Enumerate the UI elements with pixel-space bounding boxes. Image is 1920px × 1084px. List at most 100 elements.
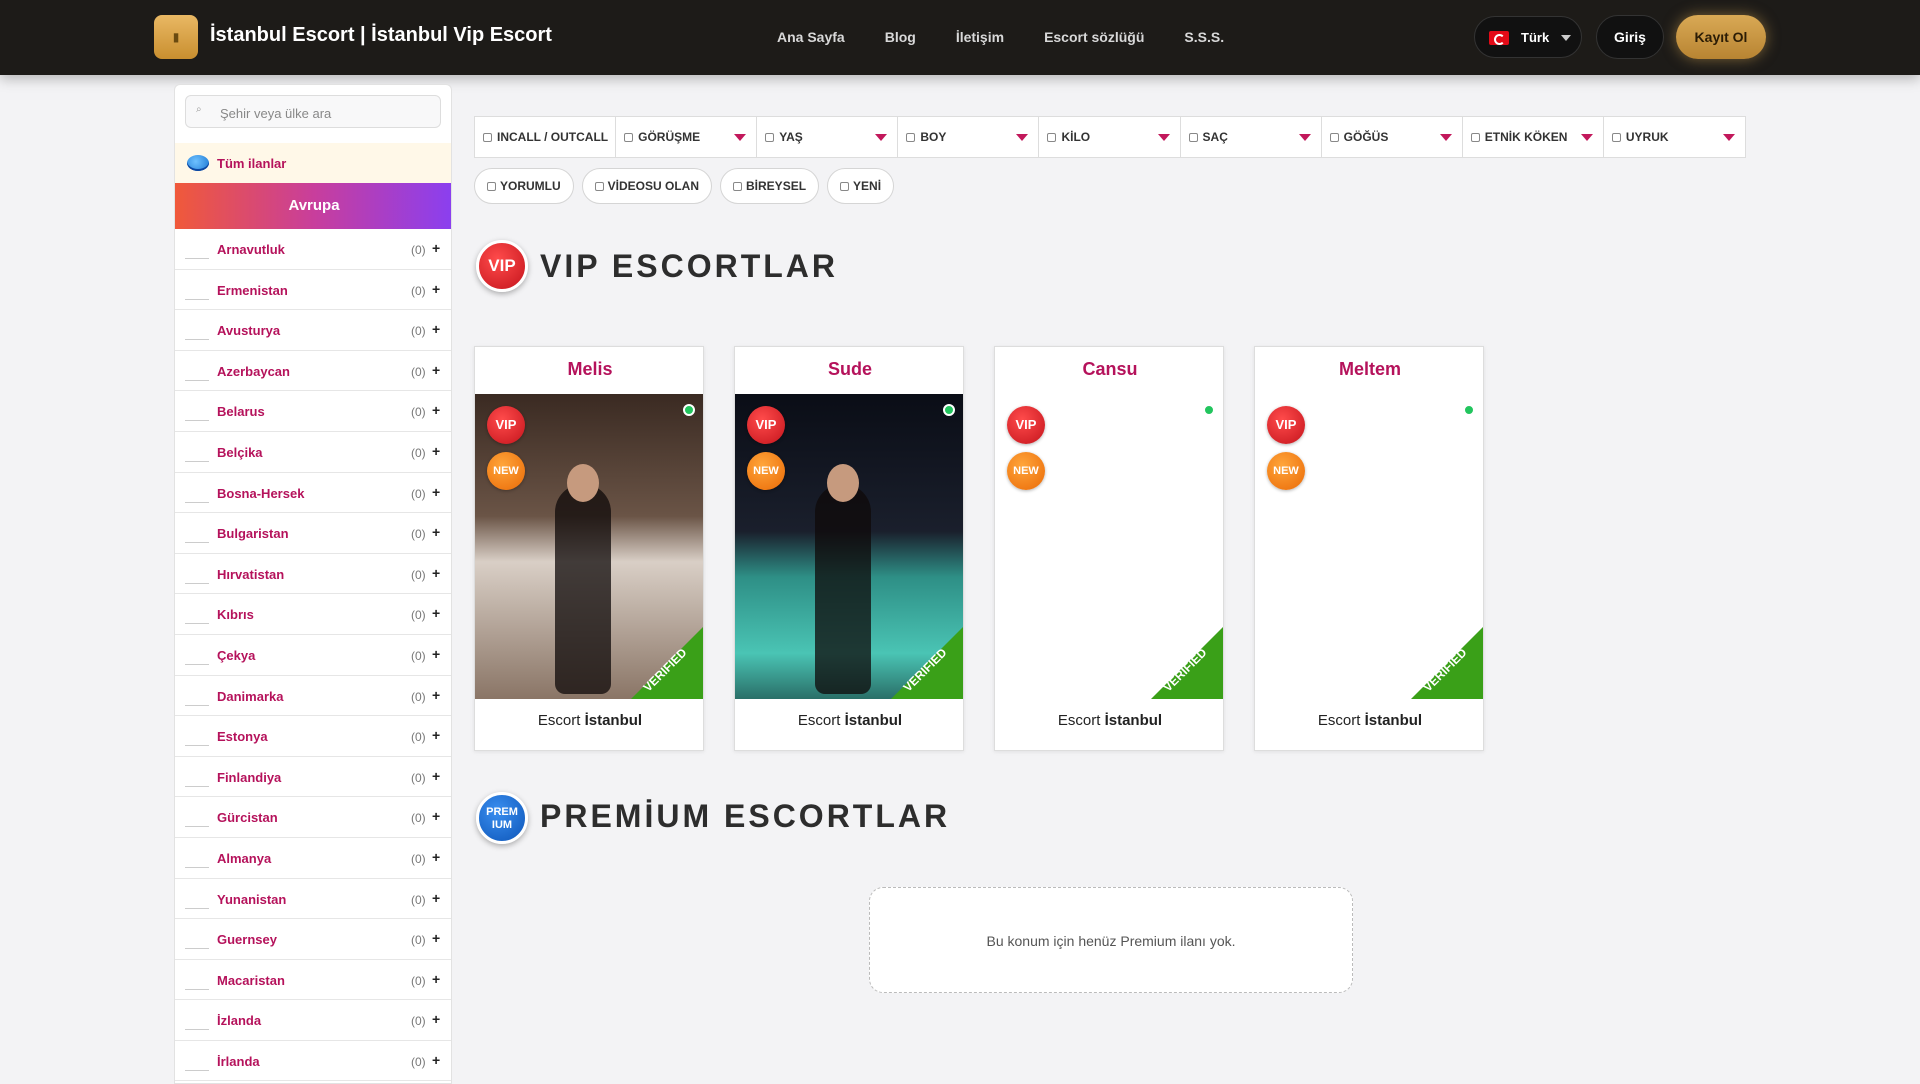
filter-chip[interactable]: YORUMLU xyxy=(474,168,574,204)
filter-dropdown[interactable]: SAÇ xyxy=(1181,117,1322,157)
expand-plus-icon[interactable]: + xyxy=(432,646,440,662)
country-item[interactable]: Ermenistan (0) + xyxy=(175,270,451,311)
filter-checkbox[interactable] xyxy=(1470,133,1480,142)
expand-plus-icon[interactable]: + xyxy=(432,971,440,987)
country-item[interactable]: Arnavutluk (0) + xyxy=(175,229,451,270)
expand-plus-icon[interactable]: + xyxy=(432,1052,440,1068)
expand-plus-icon[interactable]: + xyxy=(432,565,440,581)
filter-dropdown[interactable]: KİLO xyxy=(1039,117,1181,157)
filter-dropdown[interactable]: ETNİK KÖKEN xyxy=(1463,117,1604,157)
country-item[interactable]: Çekya (0) + xyxy=(175,635,451,676)
register-button[interactable]: Kayıt Ol xyxy=(1676,15,1766,59)
site-title[interactable]: İstanbul Escort | İstanbul Vip Escort xyxy=(210,24,552,47)
country-item[interactable]: Bosna-Hersek (0) + xyxy=(175,473,451,514)
expand-plus-icon[interactable]: + xyxy=(432,1011,440,1027)
country-name: Çekya xyxy=(217,647,256,663)
nav-contact[interactable]: İletişim xyxy=(956,29,1004,45)
filter-dropdown[interactable]: GÖRÜŞME xyxy=(616,117,758,157)
chip-checkbox[interactable] xyxy=(840,181,850,191)
profile-photo[interactable]: VIP NEW VERIFIED xyxy=(995,394,1223,699)
profile-card[interactable]: Sude VIP NEW VERIFIED Escort İstanbul xyxy=(734,346,964,751)
filter-checkbox[interactable] xyxy=(1611,133,1621,142)
country-flag-placeholder xyxy=(185,767,209,787)
expand-plus-icon[interactable]: + xyxy=(432,930,440,946)
country-item[interactable]: Belarus (0) + xyxy=(175,391,451,432)
all-listings-item[interactable]: Tüm ilanlar xyxy=(175,143,451,183)
country-item[interactable]: Almanya (0) + xyxy=(175,838,451,879)
profile-name[interactable]: Melis xyxy=(475,359,705,380)
expand-plus-icon[interactable]: + xyxy=(432,321,440,337)
expand-plus-icon[interactable]: + xyxy=(432,768,440,784)
country-name: Azerbaycan xyxy=(217,363,290,379)
expand-plus-icon[interactable]: + xyxy=(432,402,440,418)
country-item[interactable]: Kıbrıs (0) + xyxy=(175,594,451,635)
country-item[interactable]: Belçika (0) + xyxy=(175,432,451,473)
filter-checkbox[interactable] xyxy=(765,133,775,142)
country-item[interactable]: Macaristan (0) + xyxy=(175,960,451,1001)
country-count: (0) xyxy=(411,283,426,298)
expand-plus-icon[interactable]: + xyxy=(432,240,440,256)
nav-faq[interactable]: S.S.S. xyxy=(1184,29,1224,45)
country-item[interactable]: Estonya (0) + xyxy=(175,716,451,757)
filter-dropdown[interactable]: UYRUK xyxy=(1604,117,1745,157)
profile-name[interactable]: Meltem xyxy=(1255,359,1485,380)
expand-plus-icon[interactable]: + xyxy=(432,281,440,297)
expand-plus-icon[interactable]: + xyxy=(432,808,440,824)
filter-checkbox[interactable] xyxy=(1047,133,1057,142)
filter-checkbox[interactable] xyxy=(483,133,492,142)
filter-dropdown[interactable]: YAŞ xyxy=(757,117,899,157)
profile-card[interactable]: Melis VIP NEW VERIFIED Escort İstanbul xyxy=(474,346,704,751)
expand-plus-icon[interactable]: + xyxy=(432,605,440,621)
menu-icon[interactable]: ▮ xyxy=(154,15,198,59)
expand-plus-icon[interactable]: + xyxy=(432,362,440,378)
profile-card[interactable]: Cansu VIP NEW VERIFIED Escort İstanbul xyxy=(994,346,1224,751)
country-name: Gürcistan xyxy=(217,810,278,826)
country-item[interactable]: Bulgaristan (0) + xyxy=(175,513,451,554)
filter-chip[interactable]: YENİ xyxy=(827,168,895,204)
nav-blog[interactable]: Blog xyxy=(885,29,916,45)
chip-checkbox[interactable] xyxy=(733,181,743,191)
chip-checkbox[interactable] xyxy=(487,181,496,191)
expand-plus-icon[interactable]: + xyxy=(432,849,440,865)
country-item[interactable]: İrlanda (0) + xyxy=(175,1041,451,1082)
filter-dropdown[interactable]: BOY xyxy=(898,117,1040,157)
country-item[interactable]: Guernsey (0) + xyxy=(175,919,451,960)
expand-plus-icon[interactable]: + xyxy=(432,484,440,500)
login-button[interactable]: Giriş xyxy=(1596,15,1664,59)
region-header-europe[interactable]: Avrupa xyxy=(175,183,451,229)
expand-plus-icon[interactable]: + xyxy=(432,890,440,906)
expand-plus-icon[interactable]: + xyxy=(432,727,440,743)
filter-dropdown[interactable]: GÖĞÜS xyxy=(1322,117,1463,157)
expand-plus-icon[interactable]: + xyxy=(432,524,440,540)
profile-photo[interactable]: VIP NEW VERIFIED xyxy=(475,394,703,699)
location-search-input[interactable]: ⌕ Şehir veya ülke ara xyxy=(185,95,441,128)
country-item[interactable]: Finlandiya (0) + xyxy=(175,757,451,798)
filter-dropdown[interactable]: INCALL / OUTCALL xyxy=(475,117,617,157)
country-item[interactable]: Yunanistan (0) + xyxy=(175,879,451,920)
profile-name[interactable]: Cansu xyxy=(995,359,1225,380)
profile-name[interactable]: Sude xyxy=(735,359,965,380)
chip-checkbox[interactable] xyxy=(594,181,604,191)
country-item[interactable]: Avusturya (0) + xyxy=(175,310,451,351)
expand-plus-icon[interactable]: + xyxy=(432,687,440,703)
online-status-dot xyxy=(683,404,695,416)
filter-checkbox[interactable] xyxy=(1188,133,1198,142)
language-selector[interactable]: Türk xyxy=(1474,16,1582,58)
filter-checkbox[interactable] xyxy=(1329,133,1339,142)
location-prefix: Escort xyxy=(537,712,581,729)
country-item[interactable]: Danimarka (0) + xyxy=(175,676,451,717)
profile-card[interactable]: Meltem VIP NEW VERIFIED Escort İstanbul xyxy=(1254,346,1484,751)
filter-checkbox[interactable] xyxy=(624,133,634,142)
country-item[interactable]: Azerbaycan (0) + xyxy=(175,351,451,392)
country-item[interactable]: İzlanda (0) + xyxy=(175,1000,451,1041)
nav-dictionary[interactable]: Escort sözlüğü xyxy=(1044,29,1144,45)
country-item[interactable]: Gürcistan (0) + xyxy=(175,797,451,838)
filter-checkbox[interactable] xyxy=(906,133,916,142)
filter-chip[interactable]: BİREYSEL xyxy=(720,168,820,204)
expand-plus-icon[interactable]: + xyxy=(432,443,440,459)
nav-home[interactable]: Ana Sayfa xyxy=(777,29,845,45)
profile-photo[interactable]: VIP NEW VERIFIED xyxy=(1255,394,1483,699)
filter-chip[interactable]: VİDEOSU OLAN xyxy=(581,168,713,204)
country-item[interactable]: Hırvatistan (0) + xyxy=(175,554,451,595)
profile-photo[interactable]: VIP NEW VERIFIED xyxy=(735,394,963,699)
